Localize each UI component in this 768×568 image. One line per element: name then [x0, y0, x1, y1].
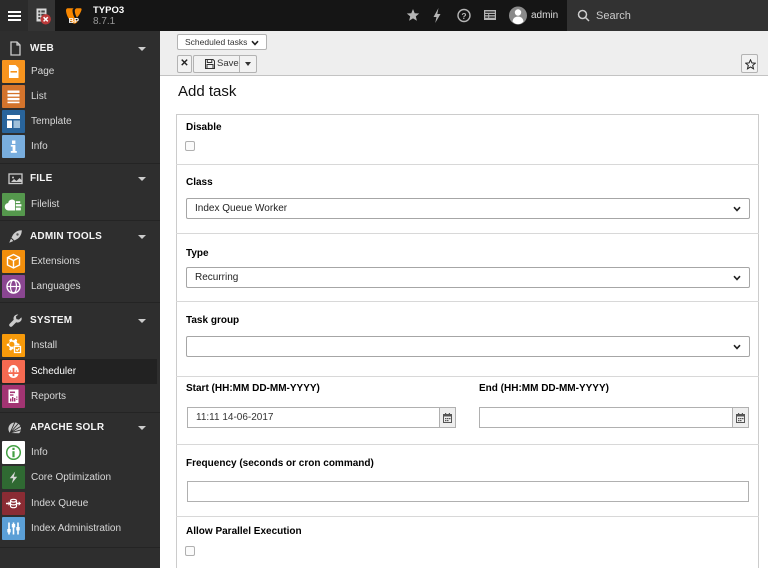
svg-text:BP: BP: [69, 16, 79, 24]
svg-text:?: ?: [461, 11, 466, 21]
